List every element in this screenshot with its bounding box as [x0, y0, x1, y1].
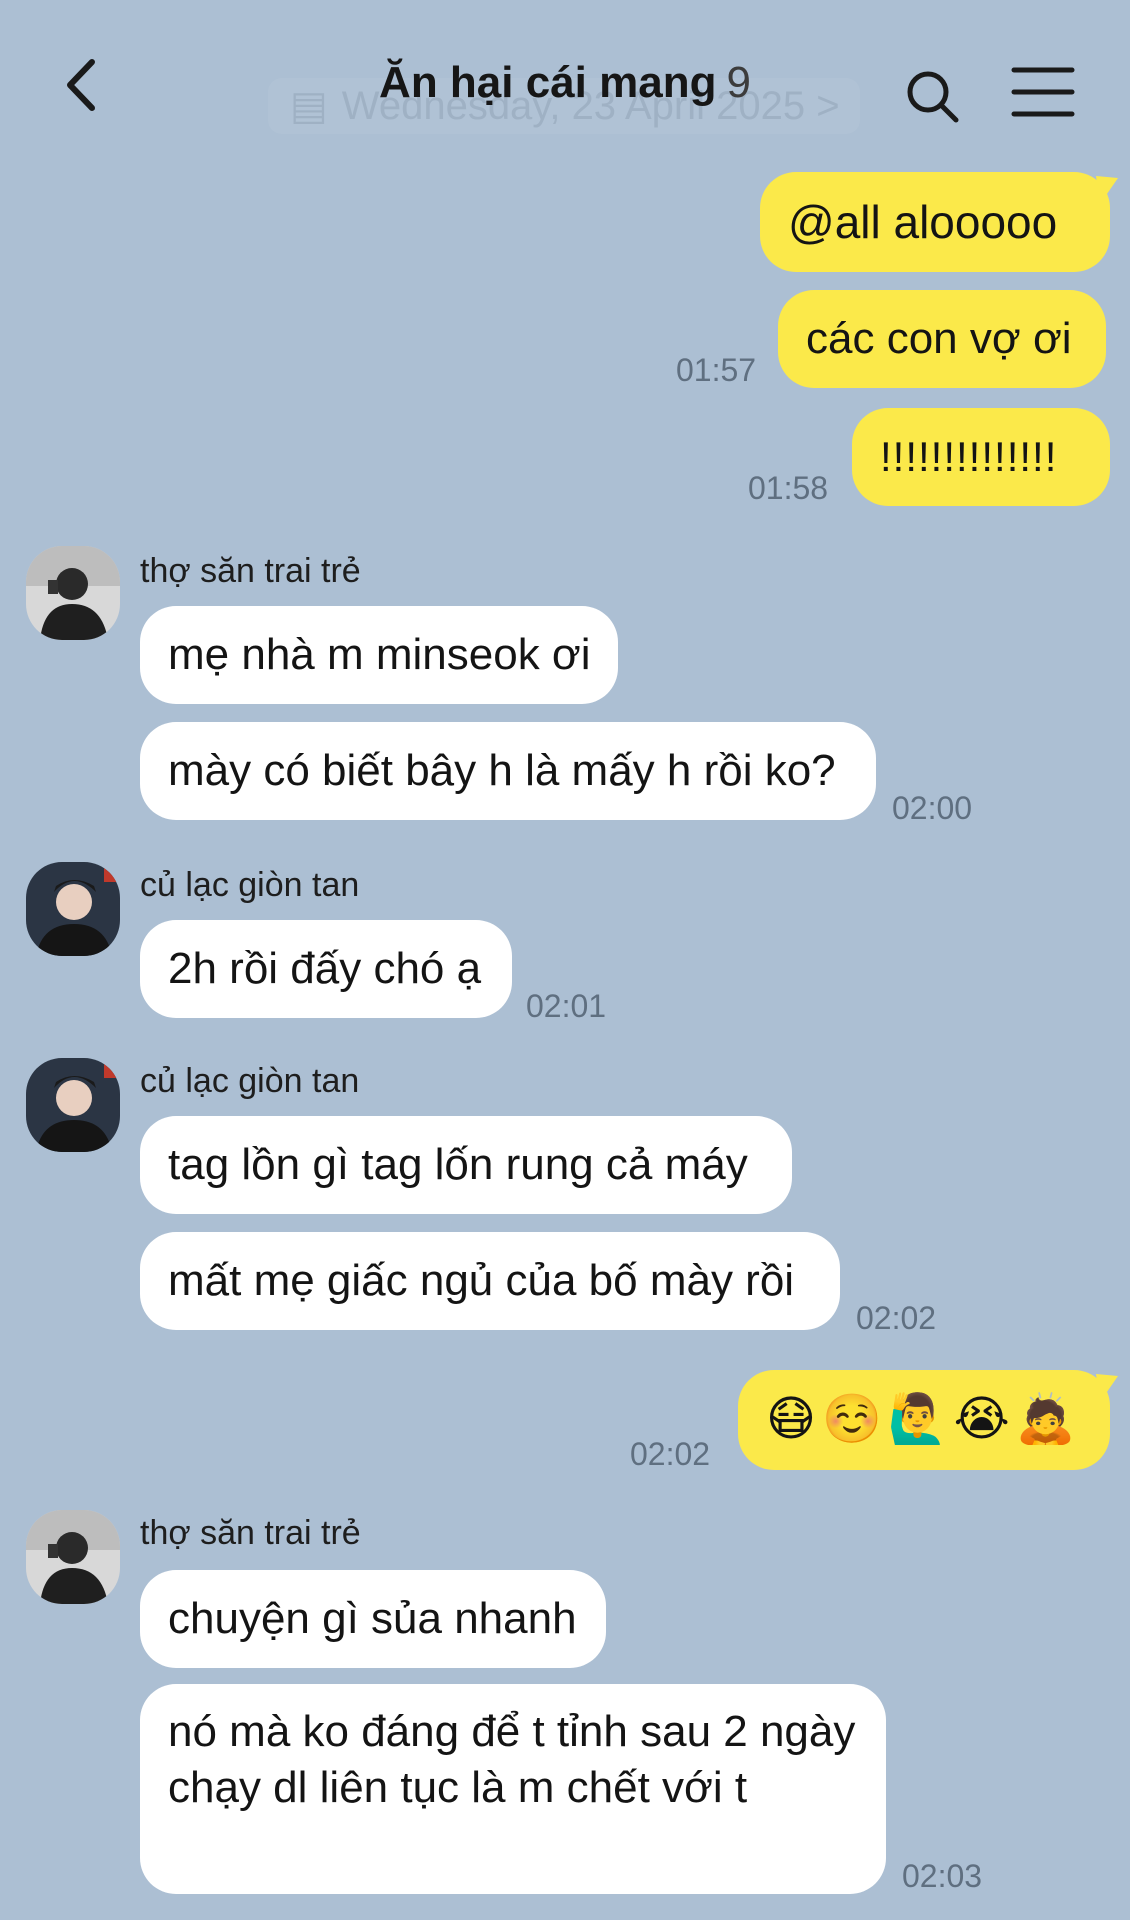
menu-icon	[1011, 67, 1075, 117]
message-bubble-outgoing[interactable]: 😷☺️🙋‍♂️😭🙇	[738, 1370, 1110, 1470]
message-text: 2h rồi đấy chó ạ	[168, 944, 482, 993]
message-text: !!!!!!!!!!!!!!	[880, 433, 1058, 480]
message-text: mẹ nhà m minseok ơi	[168, 630, 591, 679]
message-bubble-incoming[interactable]: chuyện gì sủa nhanh	[140, 1570, 606, 1668]
message-timestamp: 02:02	[856, 1300, 937, 1336]
message-bubble-incoming[interactable]: 2h rồi đấy chó ạ	[140, 920, 512, 1018]
message-text: nó mà ko đáng để t tỉnh sau 2 ngày chạy …	[168, 1707, 856, 1812]
message-timestamp: 02:01	[526, 988, 607, 1024]
message-bubble-outgoing[interactable]: @all alooooo	[760, 172, 1110, 272]
message-timestamp: 02:02	[630, 1436, 711, 1472]
avatar[interactable]	[26, 1058, 120, 1152]
avatar[interactable]	[26, 1510, 120, 1604]
message-bubble-outgoing[interactable]: !!!!!!!!!!!!!!	[852, 408, 1110, 506]
avatar[interactable]	[26, 546, 120, 640]
message-bubble-outgoing[interactable]: các con vợ ơi	[778, 290, 1106, 388]
message-timestamp: 01:58	[748, 470, 829, 506]
sender-name: củ lạc giòn tan	[140, 866, 360, 904]
message-text: mày có biết bây h là mấy h rồi ko?	[168, 746, 836, 795]
message-text: tag lồn gì tag lốn rung cả máy	[168, 1140, 748, 1189]
message-bubble-incoming[interactable]: mẹ nhà m minseok ơi	[140, 606, 618, 704]
avatar-image	[26, 1510, 120, 1604]
message-text: các con vợ ơi	[806, 314, 1072, 363]
avatar-image	[26, 546, 120, 640]
search-icon	[907, 71, 959, 123]
message-bubble-incoming[interactable]: mày có biết bây h là mấy h rồi ko?	[140, 722, 876, 820]
sender-name: thợ săn trai trẻ	[140, 1514, 361, 1552]
menu-button[interactable]	[1010, 62, 1086, 122]
bubble-tail	[1096, 1374, 1118, 1402]
chat-screen: ▤ Wednesday, 23 April 2025 > Ăn hại cái m…	[0, 0, 1130, 1920]
chat-title-text: Ăn hại cái mang	[379, 58, 717, 107]
avatar[interactable]	[26, 862, 120, 956]
avatar-image	[26, 1058, 120, 1152]
member-count: 9	[726, 58, 751, 107]
chat-header: ▤ Wednesday, 23 April 2025 > Ăn hại cái m…	[0, 0, 1130, 170]
emoji-message: 😷☺️🙋‍♂️😭🙇	[766, 1393, 1082, 1446]
message-text: @all alooooo	[788, 196, 1058, 248]
message-timestamp: 01:57	[676, 352, 757, 388]
message-timestamp: 02:03	[902, 1858, 983, 1894]
bubble-tail	[1096, 176, 1118, 204]
avatar-image	[26, 862, 120, 956]
sender-name: thợ săn trai trẻ	[140, 552, 361, 590]
message-bubble-incoming[interactable]: mất mẹ giấc ngủ của bố mày rồi	[140, 1232, 840, 1330]
sender-name: củ lạc giòn tan	[140, 1062, 360, 1100]
message-bubble-incoming[interactable]: nó mà ko đáng để t tỉnh sau 2 ngày chạy …	[140, 1684, 886, 1894]
search-button[interactable]	[898, 62, 968, 132]
message-text: chuyện gì sủa nhanh	[168, 1594, 577, 1643]
message-text: mất mẹ giấc ngủ của bố mày rồi	[168, 1256, 795, 1305]
message-bubble-incoming[interactable]: tag lồn gì tag lốn rung cả máy	[140, 1116, 792, 1214]
message-timestamp: 02:00	[892, 790, 973, 826]
